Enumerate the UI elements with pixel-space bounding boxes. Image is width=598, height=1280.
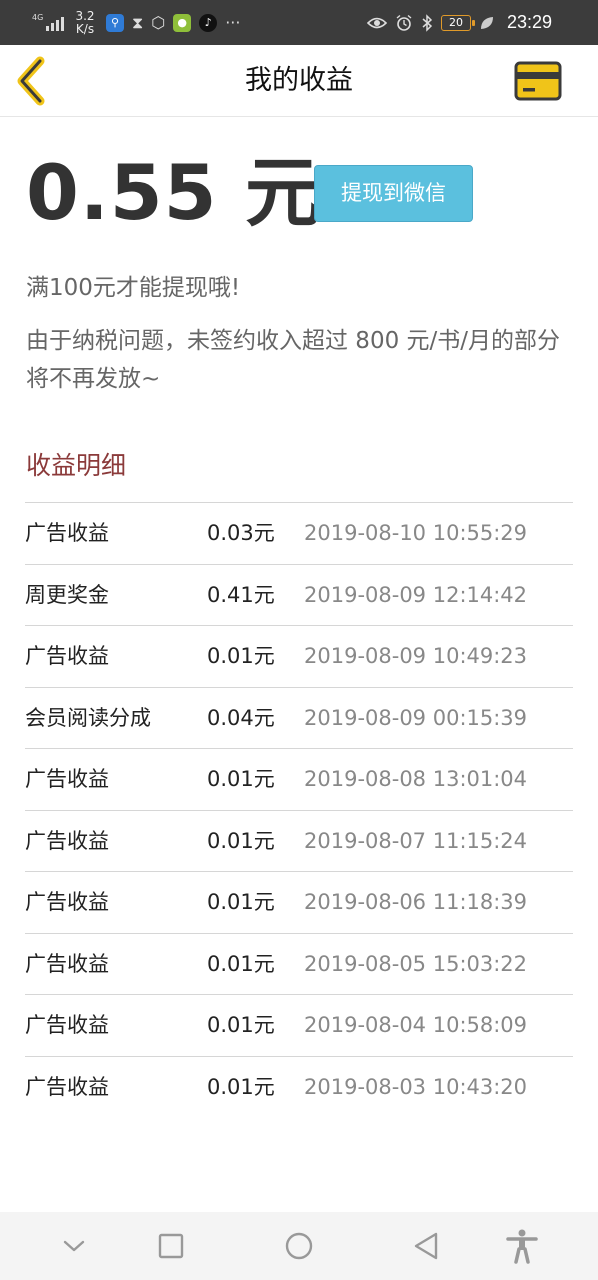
hexagon-icon: ⬡ <box>151 12 166 32</box>
clock: 23:29 <box>506 12 552 32</box>
earning-amount: 0.41元 <box>207 582 275 607</box>
table-row: 会员阅读分成 0.04元 2019-08-09 00:15:39 <box>25 688 573 749</box>
back-nav-button[interactable] <box>406 1226 446 1266</box>
status-left: 4G 3.2 K/s ⚲ ⧗ ⬡ ● ♪ ··· <box>32 0 241 45</box>
earning-time: 2019-08-09 10:49:23 <box>304 644 528 668</box>
app-notification-icon: ● <box>173 13 192 32</box>
more-notifications-icon: ··· <box>225 12 241 32</box>
tiktok-icon: ♪ <box>199 13 218 32</box>
network-speed: 3.2 K/s <box>72 8 98 36</box>
earning-type: 广告收益 <box>25 828 109 853</box>
battery-indicator: 20 <box>440 14 475 31</box>
alarm-icon <box>396 14 412 31</box>
earning-type: 广告收益 <box>25 1013 109 1037</box>
signal-icon: 4G <box>32 13 64 31</box>
earning-type: 会员阅读分成 <box>25 705 151 730</box>
earning-amount: 0.03元 <box>207 521 275 545</box>
earning-amount: 0.01元 <box>207 644 275 668</box>
table-row: 广告收益 0.01元 2019-08-05 15:03:22 <box>25 934 573 995</box>
earning-type: 广告收益 <box>25 521 109 545</box>
credit-card-icon <box>514 61 562 101</box>
table-row: 广告收益 0.01元 2019-08-03 10:43:20 <box>25 1057 573 1119</box>
earning-time: 2019-08-04 10:58:09 <box>304 1013 528 1037</box>
table-row: 广告收益 0.01元 2019-08-08 13:01:04 <box>25 749 573 811</box>
earning-type: 广告收益 <box>25 951 109 976</box>
earning-time: 2019-08-03 10:43:20 <box>304 1074 528 1099</box>
table-row: 广告收益 0.01元 2019-08-04 10:58:09 <box>25 995 573 1057</box>
table-row: 广告收益 0.03元 2019-08-10 10:55:29 <box>25 503 573 565</box>
network-speed-value: 3.2 <box>75 8 95 23</box>
withdraw-to-wechat-button[interactable]: 提现到微信 <box>314 165 473 222</box>
system-nav-bar <box>0 1212 598 1280</box>
hourglass-icon: ⧗ <box>132 12 144 32</box>
earning-type: 广告收益 <box>25 644 109 668</box>
home-button[interactable] <box>279 1226 319 1266</box>
earning-type: 广告收益 <box>25 767 109 791</box>
network-type: 4G <box>32 12 44 22</box>
earning-time: 2019-08-07 11:15:24 <box>304 828 528 853</box>
bluetooth-icon <box>422 13 433 32</box>
hide-nav-button[interactable] <box>54 1226 94 1266</box>
earning-time: 2019-08-05 15:03:22 <box>304 951 528 976</box>
earning-type: 周更奖金 <box>25 582 109 607</box>
circle-icon <box>285 1232 313 1260</box>
bank-card-button[interactable] <box>514 61 562 101</box>
earning-time: 2019-08-06 11:18:39 <box>304 890 528 914</box>
section-title: 收益明细 <box>26 451 127 480</box>
network-speed-unit: K/s <box>75 21 95 36</box>
earning-amount: 0.01元 <box>207 828 275 853</box>
table-row: 周更奖金 0.41元 2019-08-09 12:14:42 <box>25 565 573 626</box>
balance-amount: 0.55 元 <box>26 148 322 237</box>
chevron-down-icon <box>63 1240 85 1252</box>
earning-type: 广告收益 <box>25 1074 109 1099</box>
earning-amount: 0.01元 <box>207 767 275 791</box>
earning-amount: 0.01元 <box>207 890 275 914</box>
leaf-icon <box>480 16 493 29</box>
recents-button[interactable] <box>151 1226 191 1266</box>
status-bar: 4G 3.2 K/s ⚲ ⧗ ⬡ ● ♪ ··· 20 23:29 <box>0 0 598 45</box>
tax-notice: 由于纳税问题，未签约收入超过 800 元/书/月的部分将不再发放~ <box>26 328 561 392</box>
table-row: 广告收益 0.01元 2019-08-09 10:49:23 <box>25 626 573 688</box>
table-row: 广告收益 0.01元 2019-08-06 11:18:39 <box>25 872 573 934</box>
page-title: 我的收益 <box>245 65 353 96</box>
earnings-table: 广告收益 0.03元 2019-08-10 10:55:29 周更奖金 0.41… <box>25 502 573 1118</box>
earning-time: 2019-08-08 13:01:04 <box>304 767 528 791</box>
earning-amount: 0.01元 <box>207 1074 275 1099</box>
app-notification-icon: ⚲ <box>106 13 124 32</box>
eye-icon <box>366 17 387 28</box>
status-right: 20 23:29 <box>366 0 552 45</box>
accessibility-icon <box>506 1229 538 1264</box>
app-header: 我的收益 <box>0 45 598 117</box>
earning-amount: 0.04元 <box>207 705 275 730</box>
withdraw-threshold-notice: 满100元才能提现哦! <box>26 275 241 301</box>
accessibility-button[interactable] <box>502 1226 542 1266</box>
earning-amount: 0.01元 <box>207 1013 275 1037</box>
triangle-back-icon <box>414 1232 438 1260</box>
earning-time: 2019-08-09 00:15:39 <box>304 705 528 730</box>
earning-amount: 0.01元 <box>207 951 275 976</box>
earning-time: 2019-08-09 12:14:42 <box>304 582 528 607</box>
square-icon <box>158 1233 184 1259</box>
earning-time: 2019-08-10 10:55:29 <box>304 521 528 545</box>
earning-type: 广告收益 <box>25 890 109 914</box>
table-row: 广告收益 0.01元 2019-08-07 11:15:24 <box>25 811 573 872</box>
